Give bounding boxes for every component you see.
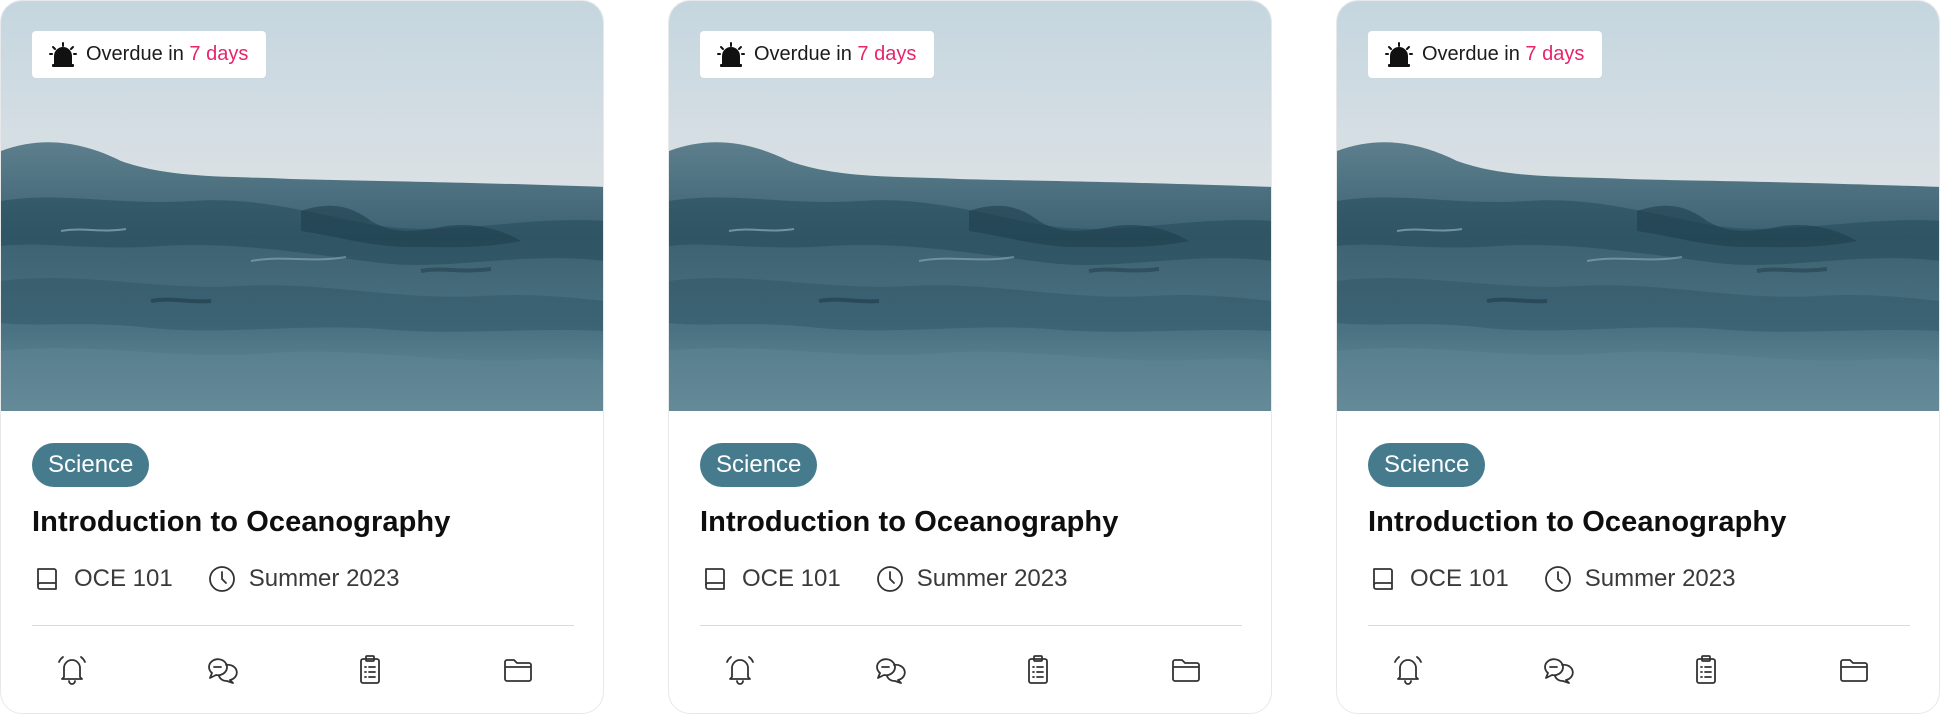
divider xyxy=(1368,625,1910,626)
files-button[interactable] xyxy=(495,647,541,693)
course-term: Summer 2023 xyxy=(1543,564,1736,594)
course-code: OCE 101 xyxy=(1368,564,1509,594)
course-code-text: OCE 101 xyxy=(74,565,173,592)
book-icon xyxy=(37,568,57,590)
card-actions xyxy=(32,647,574,703)
course-term-text: Summer 2023 xyxy=(1584,565,1736,592)
clock-icon xyxy=(208,566,235,592)
divider xyxy=(32,625,574,626)
folder-icon xyxy=(1172,659,1200,682)
overdue-badge: Overdue in 7 days xyxy=(1368,31,1603,78)
course-title[interactable]: Introduction to Oceanography xyxy=(32,506,450,539)
book-icon xyxy=(1373,568,1393,590)
course-term: Summer 2023 xyxy=(207,564,400,594)
assignments-button[interactable] xyxy=(1683,647,1729,693)
subject-tag[interactable]: Science xyxy=(700,443,818,487)
course-meta: OCE 101 Summer 2023 xyxy=(32,564,433,594)
card-actions xyxy=(1368,647,1910,703)
overdue-days: 7 days xyxy=(189,43,249,65)
folder-icon xyxy=(504,659,532,682)
course-meta: OCE 101 Summer 2023 xyxy=(700,564,1101,594)
overdue-days: 7 days xyxy=(1525,43,1585,65)
book-icon xyxy=(705,568,725,590)
course-term-text: Summer 2023 xyxy=(916,565,1068,592)
course-card[interactable]: Overdue in 7 days Science Introduction t… xyxy=(1336,0,1940,714)
discussion-button[interactable] xyxy=(198,647,244,693)
course-term-text: Summer 2023 xyxy=(248,565,400,592)
files-button[interactable] xyxy=(1163,647,1209,693)
course-title[interactable]: Introduction to Oceanography xyxy=(700,506,1118,539)
ocean-cover-image: Overdue in 7 days xyxy=(1,1,603,411)
files-button[interactable] xyxy=(1831,647,1877,693)
course-meta: OCE 101 Summer 2023 xyxy=(1368,564,1769,594)
bell-icon xyxy=(726,656,754,685)
course-card[interactable]: Overdue in 7 days Science Introduction t… xyxy=(0,0,604,714)
divider xyxy=(700,625,1242,626)
clipboard-icon xyxy=(360,655,380,684)
siren-icon xyxy=(717,41,745,67)
clipboard-icon xyxy=(1028,655,1048,684)
chat-icon xyxy=(876,658,906,684)
overdue-label: Overdue in 7 days xyxy=(86,43,249,65)
chat-icon xyxy=(208,658,238,684)
course-code: OCE 101 xyxy=(32,564,173,594)
subject-tag[interactable]: Science xyxy=(1368,443,1486,487)
ocean-cover-image: Overdue in 7 days xyxy=(669,1,1271,411)
course-code-text: OCE 101 xyxy=(1410,565,1509,592)
folder-icon xyxy=(1840,659,1868,682)
overdue-days: 7 days xyxy=(857,43,917,65)
course-code: OCE 101 xyxy=(700,564,841,594)
ocean-cover-image: Overdue in 7 days xyxy=(1337,1,1939,411)
discussion-button[interactable] xyxy=(1534,647,1580,693)
card-actions xyxy=(700,647,1242,703)
overdue-label: Overdue in 7 days xyxy=(754,43,917,65)
course-card[interactable]: Overdue in 7 days Science Introduction t… xyxy=(668,0,1272,714)
notifications-button[interactable] xyxy=(717,647,763,693)
subject-tag[interactable]: Science xyxy=(32,443,150,487)
assignments-button[interactable] xyxy=(1015,647,1061,693)
course-title[interactable]: Introduction to Oceanography xyxy=(1368,506,1786,539)
bell-icon xyxy=(1394,656,1422,685)
clock-icon xyxy=(876,566,903,592)
notifications-button[interactable] xyxy=(49,647,95,693)
siren-icon xyxy=(49,41,77,67)
bell-icon xyxy=(58,656,86,685)
overdue-label: Overdue in 7 days xyxy=(1422,43,1585,65)
course-code-text: OCE 101 xyxy=(742,565,841,592)
assignments-button[interactable] xyxy=(347,647,393,693)
notifications-button[interactable] xyxy=(1385,647,1431,693)
course-card-list: Overdue in 7 days Science Introduction t… xyxy=(0,0,1940,714)
overdue-badge: Overdue in 7 days xyxy=(700,31,935,78)
clock-icon xyxy=(1544,566,1571,592)
clipboard-icon xyxy=(1696,655,1716,684)
overdue-badge: Overdue in 7 days xyxy=(32,31,267,78)
course-term: Summer 2023 xyxy=(875,564,1068,594)
chat-icon xyxy=(1544,658,1574,684)
discussion-button[interactable] xyxy=(866,647,912,693)
siren-icon xyxy=(1385,41,1413,67)
